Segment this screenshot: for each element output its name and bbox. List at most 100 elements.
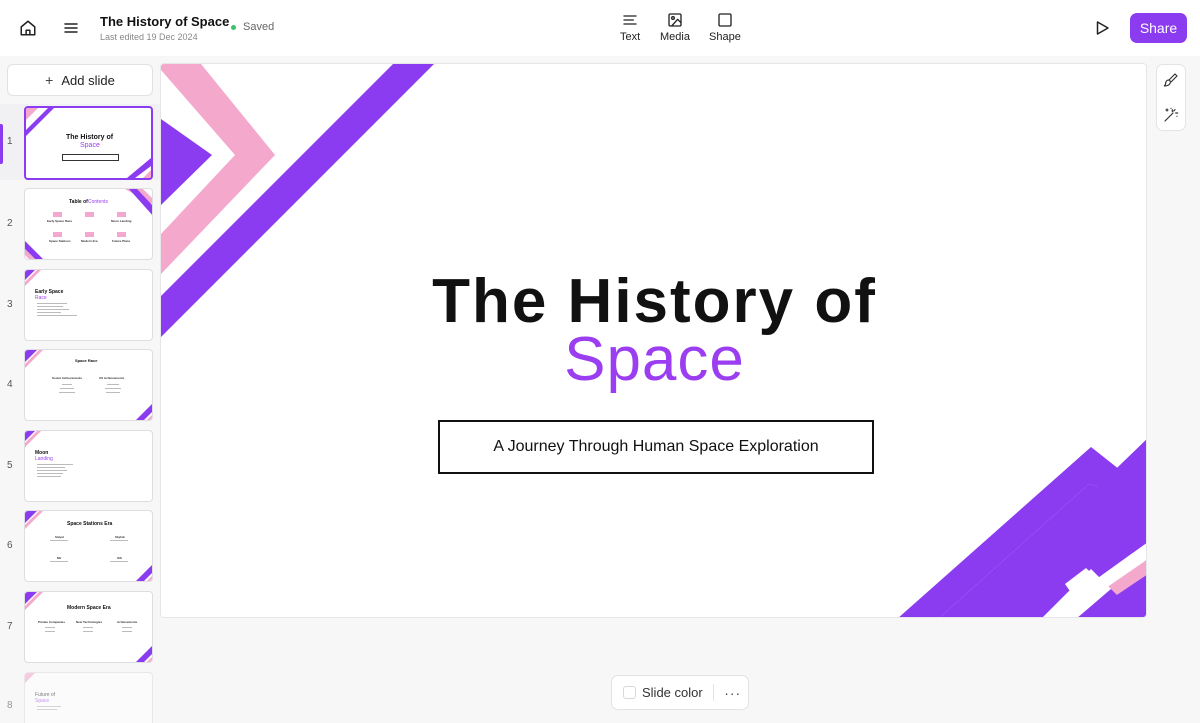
bullet-line [107,384,119,385]
slide-number: 1 [7,136,13,147]
save-status-label: Saved [243,21,275,33]
thumbnail-title-accent: Race [35,295,47,301]
slide-thumbnail-row: 3 Early Space Race [0,267,160,343]
slide-thumbnail[interactable]: Space Stations Era Salyut Skylab Mir ISS [24,510,153,582]
text-align-icon [623,15,637,25]
bullet-line [37,306,63,307]
slide-thumbnail-row: 4 Space Race Soviet Achievements US Achi… [0,347,160,423]
image-icon [668,13,682,27]
toc-box [117,232,126,237]
menu-button[interactable] [55,12,87,44]
bullet-line [37,467,65,468]
toc-item: Future Plans [112,239,131,243]
thumbnail-title: Space Race [75,358,98,363]
bullet-line [83,631,93,632]
app-window: The History of Space Last edited 19 Dec … [0,0,1200,723]
square-icon [718,13,732,27]
station-label: Mir [57,556,62,560]
bullet-line [37,315,77,316]
home-button[interactable] [12,12,44,44]
slide-title-accent[interactable]: Space [161,324,1146,395]
slide-thumbnail-row: 1 The History of Space [0,104,160,180]
slide-thumbnail[interactable]: Future of Space [24,672,153,723]
slide-number: 6 [7,540,13,551]
thumbnail-title: The History of [66,134,114,141]
thumbnail-title-accent: Space [80,142,100,149]
bullet-line [37,464,73,465]
magic-wand-button[interactable] [1156,100,1186,130]
share-button[interactable]: Share [1130,13,1187,43]
slide-options-bar: Slide color ··· [611,675,749,710]
magic-wand-icon [1164,107,1179,122]
add-slide-label: Add slide [61,72,115,88]
slide-thumbnail[interactable]: Table of Contents Early Space Race Moon … [24,188,153,260]
slide-canvas[interactable]: The History of Space A Journey Through H… [160,63,1147,618]
station-label: ISS [117,556,122,560]
toc-item: Space Stations [49,239,71,243]
slide-thumbnail[interactable]: Modern Space Era Private Companies New T… [24,591,153,663]
bullet-line [50,561,68,562]
thumbnail-title-accent: Contents [88,199,109,205]
slide-thumbnail[interactable]: Early Space Race [24,269,153,341]
toc-box [85,212,94,217]
slide-thumbnail-row: 8 Future of Space [0,670,160,723]
slide-number: 2 [7,218,13,229]
slide-thumbnail[interactable]: The History of Space [24,106,153,180]
add-slide-button[interactable]: + Add slide [7,64,153,96]
bullet-line [37,706,61,707]
more-options-icon[interactable]: ··· [722,685,744,701]
station-label: Salyut [55,535,65,539]
station-label: Skylab [115,535,125,539]
column-heading: US Achievements [99,376,125,380]
slide-thumbnail-row: 7 Modern Space Era Private Companies New… [0,589,160,665]
toc-item: Early Space Race [47,219,73,223]
bullet-line [45,631,55,632]
hamburger-menu-icon [64,23,78,33]
bullet-line [105,388,121,389]
bullet-line [50,540,68,541]
slide-number: 3 [7,299,13,310]
thumbnail-title: Table of [69,199,88,205]
slide-color-swatch[interactable] [623,686,636,699]
bullet-line [122,627,132,628]
slide-number: 5 [7,460,13,471]
thumbnail-subtitle-box [62,154,119,161]
play-icon [1096,21,1109,35]
home-icon [20,20,36,36]
ai-tools-panel [1156,64,1186,131]
thumbnail-title-accent: Space [35,698,50,704]
thumbnail-title: Space Stations Era [67,521,113,527]
slide-thumbnail-row: 6 Space Stations Era Salyut Skylab Mir I… [0,508,160,584]
slide-thumbnail[interactable]: Space Race Soviet Achievements US Achiev… [24,349,153,421]
bullet-line [37,473,63,474]
bullet-line [37,470,67,471]
bullet-line [110,540,128,541]
text-tool-button[interactable]: Text [620,12,640,43]
bullet-line [106,392,120,393]
column-heading: Achievements [117,620,138,624]
bullet-line [83,627,93,628]
toc-box [117,212,126,217]
bullet-line [59,392,75,393]
thumbnail-title-accent: Landing [35,456,53,462]
bullet-line [45,627,55,628]
text-tool-label: Text [620,31,641,43]
bullet-line [37,709,57,710]
brush-tool-button[interactable] [1156,65,1186,95]
saved-status-dot [231,24,236,30]
shape-tool-button[interactable]: Shape [709,12,741,43]
slide-color-button[interactable]: Slide color [642,685,703,700]
toc-box [85,232,94,237]
media-tool-button[interactable]: Media [660,12,690,43]
slide-thumbnail[interactable]: Moon Landing [24,430,153,502]
save-status: Saved [231,21,274,33]
toc-item: Moon Landing [111,219,132,223]
last-edited-text: Last edited 19 Dec 2024 [100,32,198,42]
bullet-line [122,631,132,632]
present-button[interactable] [1086,12,1118,44]
slide-subtitle-box[interactable]: A Journey Through Human Space Exploratio… [438,420,874,474]
slide-thumbnail-row: 2 Table of Contents Early Space Race Moo… [0,186,160,262]
slide-number: 7 [7,621,13,632]
document-title[interactable]: The History of Space [100,14,229,29]
column-heading: Private Companies [38,620,66,624]
